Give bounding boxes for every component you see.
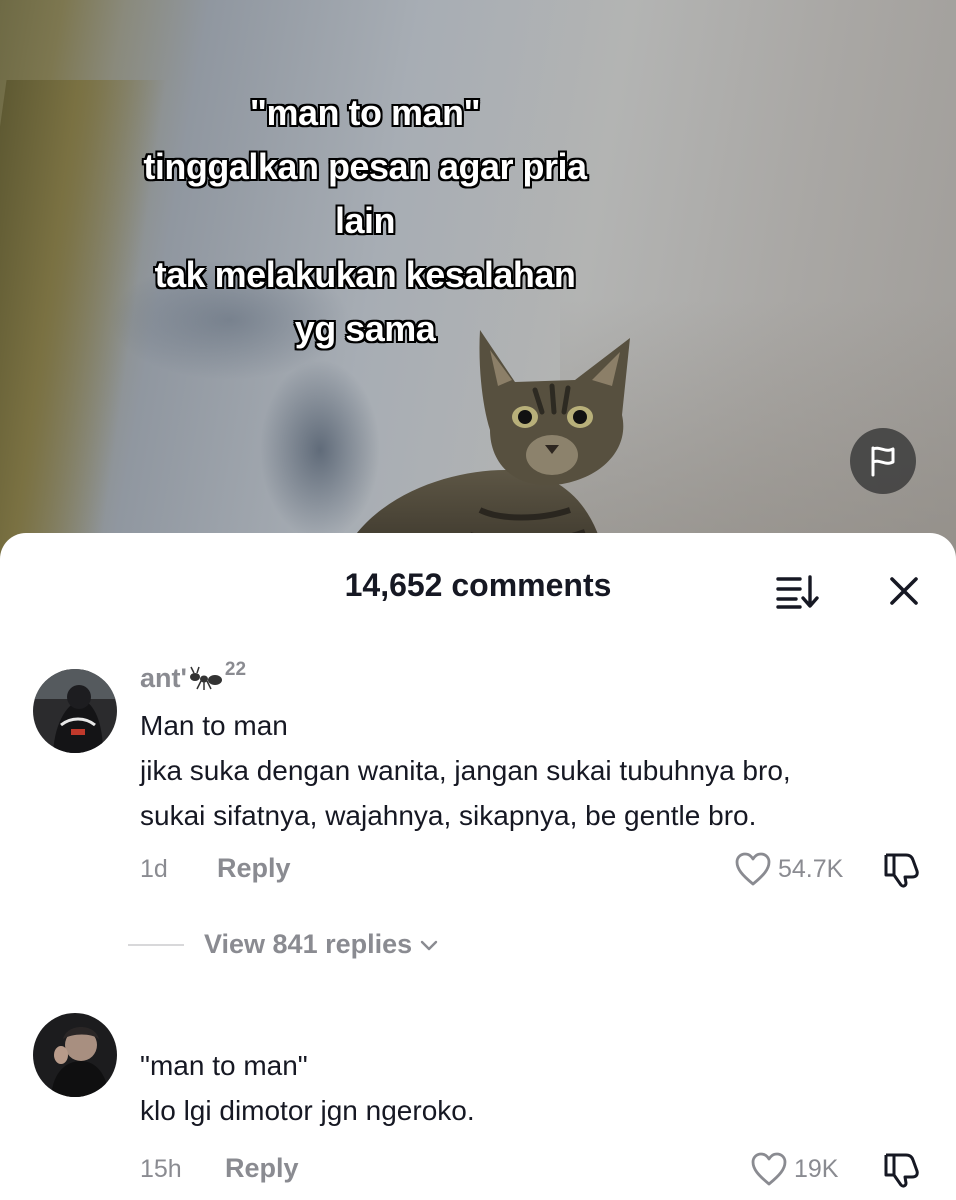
replies-divider <box>128 943 184 946</box>
avatar-image <box>33 669 117 753</box>
username-text[interactable]: ant' <box>140 663 187 694</box>
like-count: 54.7K <box>778 854 844 883</box>
avatar-image <box>33 1013 117 1097</box>
close-button[interactable] <box>884 571 924 611</box>
report-button[interactable] <box>850 428 916 494</box>
comment-line: Man to man <box>140 710 288 741</box>
comment-text: Man to man jika suka dengan wanita, jang… <box>140 703 916 838</box>
thumbs-down-icon <box>884 1153 919 1188</box>
caption-line: lain <box>334 200 396 241</box>
comment-line: jika suka dengan wanita, jangan sukai tu… <box>140 755 791 786</box>
view-replies-label: View 841 replies <box>204 929 413 959</box>
like-count: 19K <box>794 1154 839 1183</box>
avatar[interactable] <box>33 1013 117 1097</box>
sort-button[interactable] <box>774 571 820 611</box>
like-button[interactable]: 19K <box>750 1151 838 1187</box>
reply-button[interactable]: Reply <box>217 853 291 884</box>
cat-image <box>340 330 630 560</box>
thumbs-down-icon <box>884 853 919 888</box>
comment-actions: 15h Reply 19K <box>140 1151 926 1191</box>
video-caption: "man to man" tinggalkan pesan agar pria … <box>40 86 690 356</box>
comment-time: 1d <box>140 855 168 883</box>
comment-time: 15h <box>140 1155 182 1183</box>
avatar[interactable] <box>33 669 117 753</box>
view-replies-button[interactable]: View 841 replies <box>128 929 438 960</box>
comment-actions: 1d Reply 54.7K <box>140 851 926 891</box>
caption-line: tak melakukan kesalahan <box>154 254 576 295</box>
comment-line: sukai sifatnya, wajahnya, sikapnya, be g… <box>140 800 757 831</box>
flag-icon <box>871 446 895 477</box>
video-background[interactable]: "man to man" tinggalkan pesan agar pria … <box>0 0 956 560</box>
comment-line: "man to man" <box>140 1050 308 1081</box>
username-suffix: 22 <box>224 659 247 680</box>
caption-line: "man to man" <box>249 92 481 133</box>
comment-line: klo lgi dimotor jgn ngeroko. <box>140 1095 475 1126</box>
comments-header: 14,652 comments <box>0 533 956 643</box>
comment-username[interactable]: ant' 22 <box>140 659 916 703</box>
caption-line: tinggalkan pesan agar pria <box>143 146 587 187</box>
chevron-down-icon <box>420 940 438 950</box>
close-icon <box>890 577 918 605</box>
heart-icon <box>735 852 771 886</box>
like-button[interactable]: 54.7K <box>734 851 843 887</box>
dislike-button[interactable] <box>882 1151 922 1196</box>
comments-panel: 14,652 comments ant' 22 Man to man jika … <box>0 533 956 1200</box>
comment-text: "man to man" klo lgi dimotor jgn ngeroko… <box>140 1043 916 1133</box>
heart-icon <box>751 1152 787 1186</box>
dislike-button[interactable] <box>882 851 922 896</box>
sort-icon <box>776 575 819 609</box>
reply-button[interactable]: Reply <box>225 1153 299 1184</box>
ant-emoji-icon <box>189 665 223 698</box>
